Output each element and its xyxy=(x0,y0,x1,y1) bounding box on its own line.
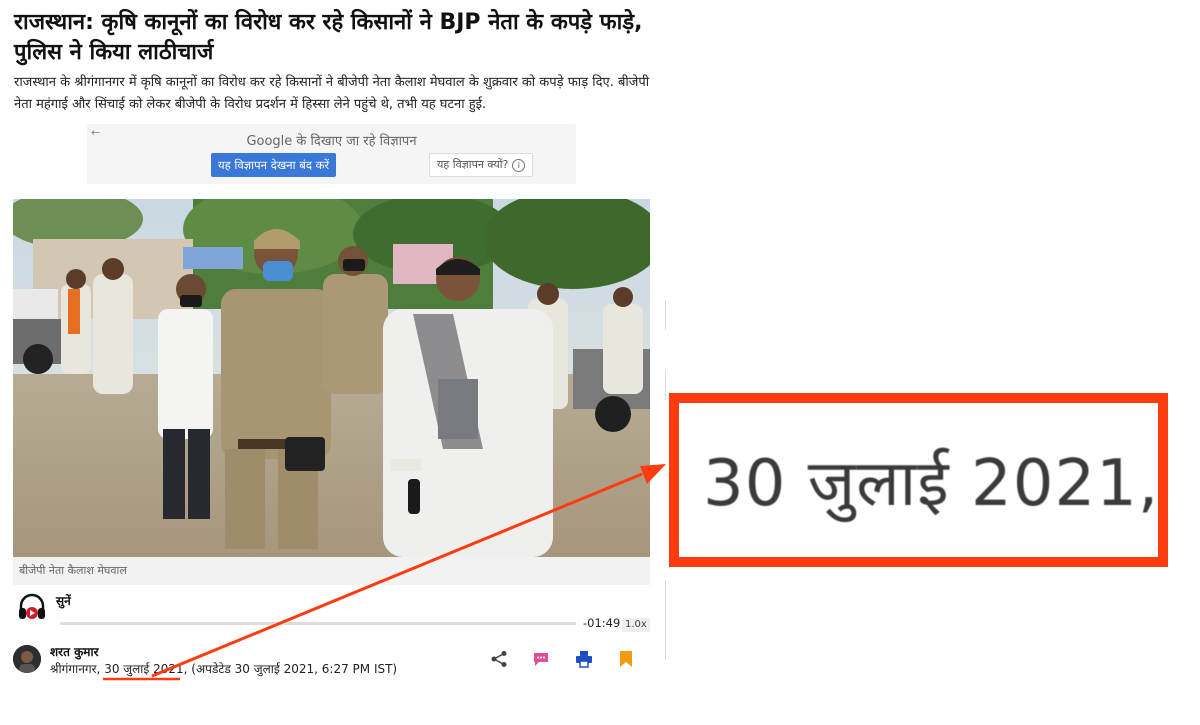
zoomed-date-text: 30 जुलाई 2021, xyxy=(703,446,1160,521)
google-brand: Google xyxy=(246,134,293,149)
article-photo[interactable] xyxy=(13,199,650,557)
zoomed-date-callout: 30 जुलाई 2021, xyxy=(669,393,1168,567)
byline-date: 30 जुलाई 2021 xyxy=(104,662,184,676)
headphones-icon[interactable] xyxy=(17,592,47,622)
byline-location: श्रीगंगानगर, xyxy=(50,662,105,676)
listen-label[interactable]: सुनें xyxy=(56,592,71,609)
playback-speed-button[interactable]: 1.0x xyxy=(622,618,650,632)
protest-street-photo xyxy=(13,199,650,557)
google-ad-panel: ← Google के दिखाए जा रहे विज्ञापन यह विज… xyxy=(87,124,576,184)
ad-title-text: के दिखाए जा रहे विज्ञापन xyxy=(292,134,417,149)
print-icon[interactable] xyxy=(575,650,593,668)
divider xyxy=(665,370,666,400)
share-icon[interactable] xyxy=(490,650,508,668)
why-ad-button[interactable]: यह विज्ञापन क्यों? i xyxy=(429,153,534,177)
article-headline: राजस्थान: कृषि कानूनों का विरोध कर रहे क… xyxy=(14,10,643,65)
author-name[interactable]: शरत कुमार xyxy=(50,643,99,660)
article-summary: राजस्थान के श्रीगंगानगर में कृषि कानूनों… xyxy=(14,75,650,112)
comment-icon[interactable] xyxy=(532,650,550,668)
audio-time: -01:49 xyxy=(583,616,621,630)
byline-updated: , (अपडेटेड 30 जुलाई 2021, 6:27 PM IST) xyxy=(183,662,398,676)
author-avatar[interactable] xyxy=(13,645,41,673)
photo-caption: बीजेपी नेता कैलाश मेघवाल xyxy=(13,557,650,585)
why-ad-label: यह विज्ञापन क्यों? xyxy=(437,158,509,171)
ad-title: Google के दिखाए जा रहे विज्ञापन xyxy=(87,131,576,149)
bookmark-icon[interactable] xyxy=(618,650,634,668)
stop-ad-button[interactable]: यह विज्ञापन देखना बंद करें xyxy=(211,153,337,177)
divider xyxy=(665,580,666,660)
info-icon: i xyxy=(512,158,526,172)
audio-progress-track[interactable] xyxy=(60,622,576,625)
byline-dateline: श्रीगंगानगर, 30 जुलाई 2021, (अपडेटेड 30 … xyxy=(50,660,397,677)
divider xyxy=(665,300,666,330)
